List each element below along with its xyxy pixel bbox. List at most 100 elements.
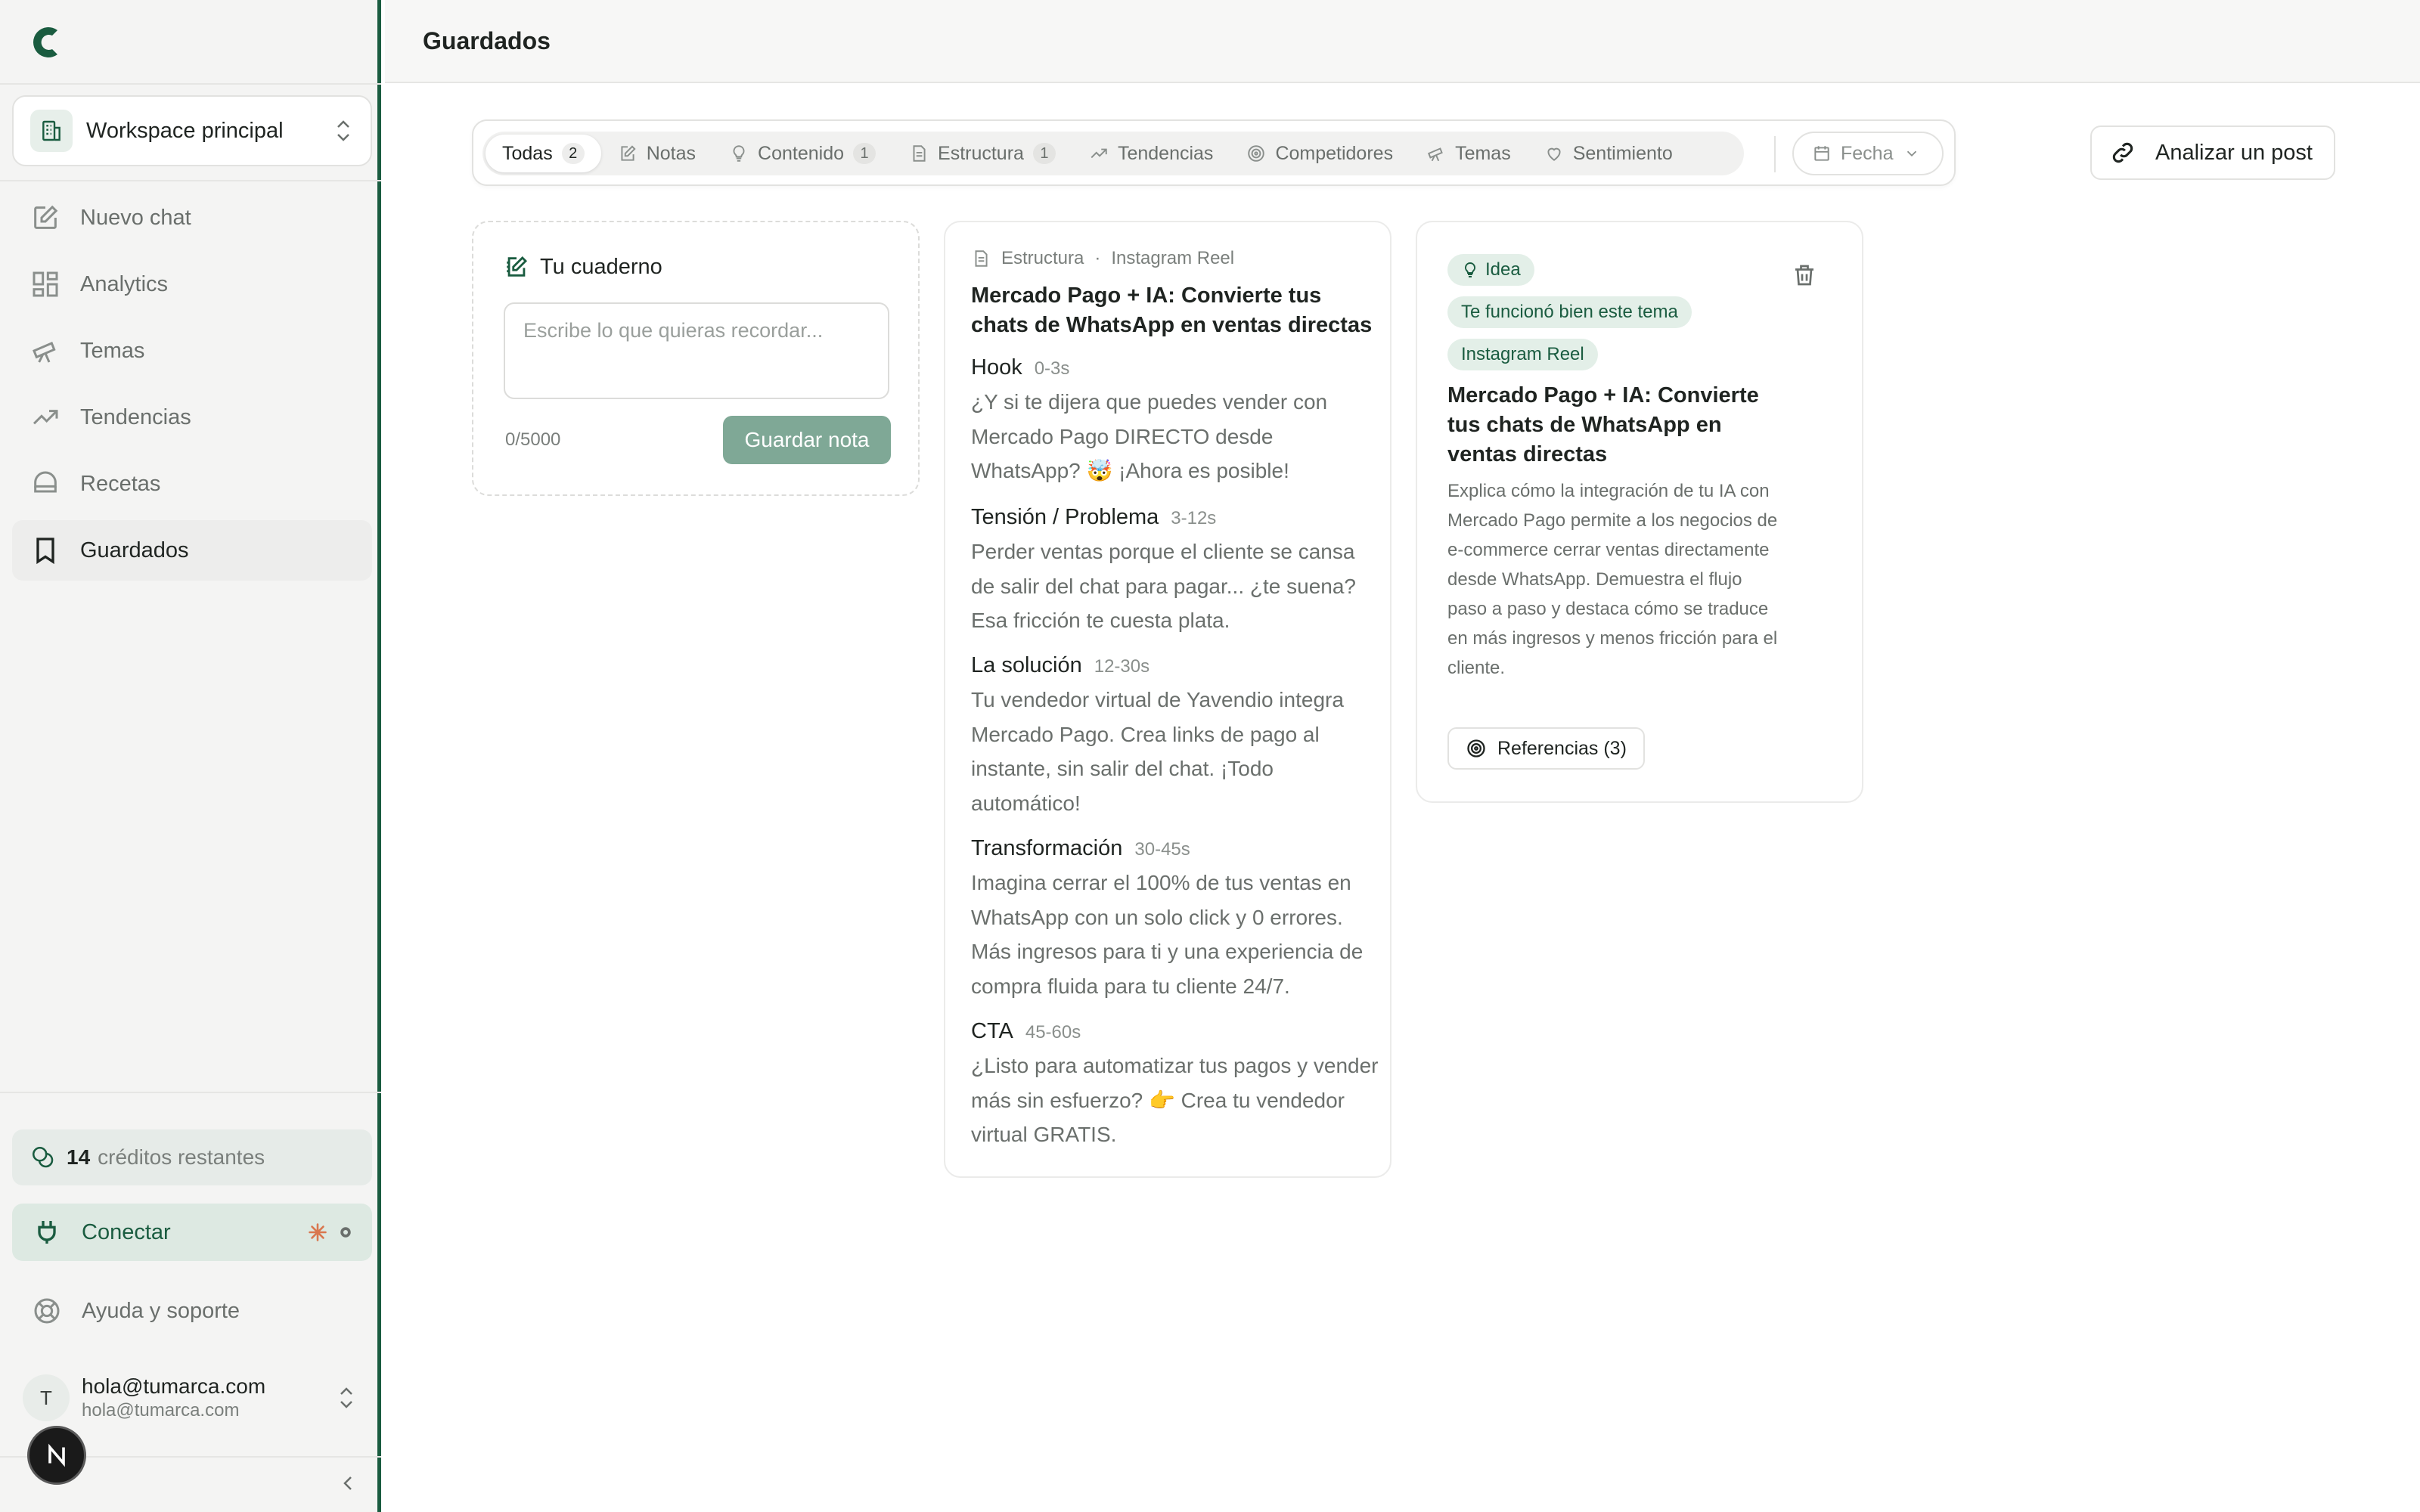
credits-indicator[interactable]: 14 créditos restantes — [12, 1129, 372, 1185]
references-button[interactable]: Referencias (3) — [1447, 727, 1645, 770]
tab-label: Temas — [1455, 142, 1511, 164]
script-section-solucion: La solución 12-30s Tu vendedor virtual de… — [971, 653, 1379, 820]
tab-tendencias[interactable]: Tendencias — [1072, 135, 1230, 172]
chevron-updown-icon — [340, 1387, 352, 1408]
openai-icon — [340, 1227, 351, 1238]
idea-tag-label: Idea — [1485, 259, 1521, 280]
tab-label: Estructura — [938, 142, 1024, 164]
section-time: 3-12s — [1171, 508, 1217, 528]
sidebar-item-analytics[interactable]: Analytics — [12, 254, 372, 314]
help-support-link[interactable]: Ayuda y soporte — [12, 1282, 372, 1340]
section-text: Perder ventas porque el cliente se cansa… — [971, 540, 1356, 632]
tab-label: Contenido — [758, 142, 845, 164]
notebook-card: Tu cuaderno Escribe lo que quieras recor… — [472, 221, 920, 496]
tab-count: 1 — [853, 143, 876, 164]
structure-card[interactable]: Estructura · Instagram Reel Mercado Pago… — [944, 221, 1392, 1178]
tab-label: Competidores — [1275, 142, 1394, 164]
sidebar-item-label: Temas — [80, 338, 145, 363]
bookmark-icon — [36, 538, 54, 565]
tab-todas[interactable]: Todas 2 — [486, 135, 601, 172]
connect-label: Conectar — [82, 1219, 171, 1244]
sidebar-item-nuevo-chat[interactable]: Nuevo chat — [12, 187, 372, 248]
divider — [0, 180, 381, 181]
sidebar-item-tendencias[interactable]: Tendencias — [12, 387, 372, 448]
card-type: Estructura — [1001, 248, 1084, 268]
page-title: Guardados — [423, 27, 551, 54]
tab-estructura[interactable]: Estructura 1 — [892, 135, 1072, 172]
tab-count: 1 — [1032, 143, 1056, 164]
idea-description: Explica cómo la integración de tu IA con… — [1447, 481, 1778, 678]
connect-integrations — [307, 1222, 352, 1243]
workspace-label: Workspace principal — [86, 118, 284, 143]
date-filter-dropdown[interactable]: Fecha — [1792, 132, 1944, 175]
telescope-icon — [33, 342, 56, 363]
section-name: CTA — [971, 1019, 1013, 1043]
sidebar-item-recetas[interactable]: Recetas — [12, 454, 372, 514]
tab-label: Notas — [646, 142, 697, 164]
lightbulb-icon — [733, 145, 745, 162]
idea-card[interactable]: Idea Te funcionó bien este tema Instagra… — [1416, 221, 1863, 803]
section-name: Hook — [971, 355, 1022, 380]
tab-contenido[interactable]: Contenido 1 — [712, 135, 892, 172]
section-text: Imagina cerrar el 100% de tus ventas en … — [971, 871, 1364, 998]
workspace-switcher[interactable]: Workspace principal — [12, 95, 372, 166]
connect-button[interactable]: Conectar — [12, 1204, 372, 1261]
sidebar-item-guardados[interactable]: Guardados — [12, 520, 372, 581]
script-section-tension: Tensión / Problema 3-12s Perder ventas po… — [971, 505, 1379, 638]
filter-tabs: Todas 2 Notas Contenido 1 Estructura 1 T… — [482, 132, 1744, 175]
sidebar-item-label: Recetas — [80, 471, 161, 496]
tab-label: Tendencias — [1117, 142, 1214, 164]
section-time: 12-30s — [1094, 656, 1150, 677]
analyze-post-label: Analizar un post — [2155, 140, 2313, 165]
script-section-transformacion: Transformación 30-45s Imagina cerrar el 1… — [971, 836, 1379, 1003]
sidebar-item-temas[interactable]: Temas — [12, 321, 372, 381]
topbar: Guardados — [385, 0, 2420, 83]
section-text: Tu vendedor virtual de Yavendio integra … — [971, 688, 1344, 815]
tab-notas[interactable]: Notas — [601, 135, 712, 172]
card-format: Instagram Reel — [1111, 248, 1235, 268]
tab-temas[interactable]: Temas — [1410, 135, 1528, 172]
save-note-button[interactable]: Guardar nota — [723, 416, 891, 464]
help-label: Ayuda y soporte — [82, 1298, 240, 1323]
next-dev-badge-icon[interactable] — [27, 1426, 86, 1485]
filter-bar: Todas 2 Notas Contenido 1 Estructura 1 T… — [472, 119, 1956, 186]
tab-sentimiento[interactable]: Sentimiento — [1528, 135, 1689, 172]
coins-icon — [32, 1146, 54, 1168]
avatar: T — [23, 1374, 70, 1421]
section-text: ¿Listo para automatizar tus pagos y vend… — [971, 1054, 1379, 1146]
edit-icon — [34, 205, 58, 229]
user-info: hola@tumarca.com hola@tumarca.com — [82, 1374, 336, 1421]
trash-icon[interactable] — [1791, 262, 1818, 289]
link-icon — [2112, 142, 2133, 163]
references-label: Referencias (3) — [1497, 737, 1627, 759]
collapse-sidebar-icon[interactable] — [337, 1471, 358, 1495]
idea-title: Mercado Pago + IA: Convierte tus chats d… — [1447, 383, 1759, 466]
analyze-post-button[interactable]: Analizar un post — [2090, 125, 2335, 180]
idea-tag: Idea — [1447, 254, 1534, 286]
tab-competidores[interactable]: Competidores — [1230, 135, 1410, 172]
tab-label: Sentimiento — [1572, 142, 1673, 164]
card-title: Mercado Pago + IA: Convierte tus chats d… — [971, 284, 1373, 337]
target-icon — [1248, 145, 1265, 162]
trend-icon — [33, 410, 58, 425]
building-icon — [30, 110, 73, 152]
target-icon — [1467, 739, 1485, 758]
lightbulb-icon — [1464, 262, 1476, 277]
section-name: Tensión / Problema — [971, 505, 1159, 529]
notebook-textarea[interactable]: Escribe lo que quieras recordar... — [504, 302, 889, 399]
divider — [0, 83, 381, 85]
user-name: hola@tumarca.com — [82, 1374, 266, 1398]
credits-label: créditos restantes — [98, 1145, 265, 1169]
lifebuoy-icon — [34, 1298, 60, 1324]
section-time: 30-45s — [1134, 839, 1190, 860]
brand-logo-icon[interactable] — [27, 23, 65, 62]
trend-icon — [1091, 148, 1107, 159]
sidebar-item-label: Analytics — [80, 271, 169, 296]
divider — [0, 1092, 381, 1093]
section-text: ¿Y si te dijera que puedes vender con Me… — [971, 390, 1328, 482]
tab-count: 2 — [561, 143, 585, 164]
user-menu[interactable]: T hola@tumarca.com hola@tumarca.com — [12, 1367, 372, 1429]
plug-icon — [38, 1221, 56, 1244]
sidebar-item-label: Nuevo chat — [80, 205, 191, 230]
meta-separator: · — [1094, 248, 1101, 268]
